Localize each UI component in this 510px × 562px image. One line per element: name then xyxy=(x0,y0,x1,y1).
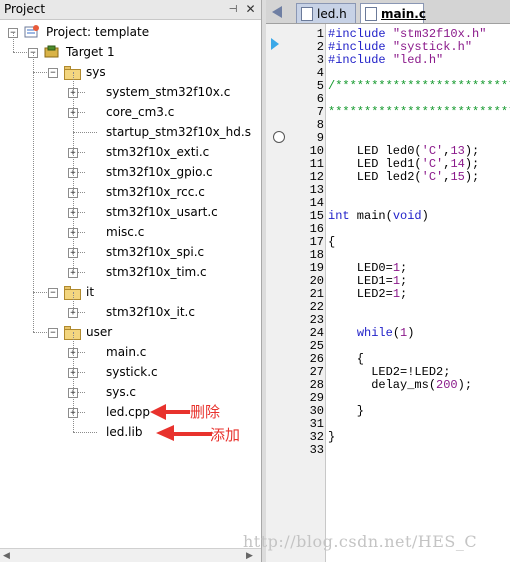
tree-group-sys-label: sys xyxy=(86,65,106,79)
file-icon xyxy=(301,7,313,21)
tree-connector xyxy=(33,52,34,332)
tree-file[interactable]: systick.c xyxy=(0,362,261,382)
annotation-add: 添加 xyxy=(210,426,241,444)
tree-file-label: stm32f10x_usart.c xyxy=(106,205,218,219)
tree-file[interactable]: stm32f10x_rcc.c xyxy=(0,182,261,202)
code-line: { xyxy=(328,235,336,249)
tree-group-it-label: it xyxy=(86,285,95,299)
tree-file[interactable]: misc.c xyxy=(0,222,261,242)
current-line-arrow-icon xyxy=(271,38,279,50)
tree-connector xyxy=(73,72,74,272)
tree-file[interactable]: stm32f10x_spi.c xyxy=(0,242,261,262)
tree-file[interactable]: main.c xyxy=(0,342,261,362)
code-line: while(1) xyxy=(356,326,415,340)
tree-file-label: system_stm32f10x.c xyxy=(106,85,231,99)
tree-file-label: systick.c xyxy=(106,365,158,379)
code-area[interactable]: #include "stm32f10x.h" #include "systick.… xyxy=(328,24,510,562)
delete-arrow-icon xyxy=(150,404,190,420)
tree-file-label: startup_stm32f10x_hd.s xyxy=(106,125,251,139)
code-line: LED led2('C',15); xyxy=(328,170,480,184)
tree-file-label: core_cm3.c xyxy=(106,105,175,119)
tree-item-project-label: Project: template xyxy=(46,25,150,39)
scroll-left-icon[interactable]: ◀ xyxy=(3,551,10,561)
code-line: } xyxy=(328,404,365,418)
file-icon xyxy=(365,7,377,21)
tab-main-c[interactable]: main.c xyxy=(360,3,426,23)
tree-item-target-label: Target 1 xyxy=(66,45,115,59)
tab-led-h[interactable]: led.h xyxy=(296,3,356,23)
tree-group-user[interactable]: user xyxy=(0,322,261,342)
tree-file-label: led.lib xyxy=(106,425,143,439)
tab-label: main.c xyxy=(381,7,426,21)
code-line: #include "led.h" xyxy=(328,53,444,67)
code-line: /************************************* xyxy=(328,79,510,93)
tree-file-label: stm32f10x_exti.c xyxy=(106,145,210,159)
line-number: 33 xyxy=(309,443,324,457)
watermark: http://blog.csdn.net/HES_C xyxy=(243,532,478,551)
tree-group-sys[interactable]: sys xyxy=(0,62,261,82)
tree-file[interactable]: system_stm32f10x.c xyxy=(0,82,261,102)
code-editor: led.h main.c 1 2 3 4 5 6 7 8 9 10 11 12 13 14 15 16 17 18… xyxy=(243,0,510,562)
tree-file-label: stm32f10x_gpio.c xyxy=(106,165,213,179)
tree-connector xyxy=(73,292,74,312)
tree-file-label: stm32f10x_rcc.c xyxy=(106,185,205,199)
annotation-delete: 删除 xyxy=(190,403,221,421)
tree-connector xyxy=(73,332,74,432)
tree-group-user-label: user xyxy=(86,325,113,339)
breakpoint-circle-icon[interactable] xyxy=(273,131,285,143)
tree-file[interactable]: stm32f10x_exti.c xyxy=(0,142,261,162)
tree-file[interactable]: led.cpp xyxy=(0,402,261,422)
code-line: int main(void) xyxy=(328,209,429,223)
code-line: } xyxy=(328,430,336,444)
panel-title: Project xyxy=(4,2,46,16)
tree-file[interactable]: stm32f10x_it.c xyxy=(0,302,261,322)
tree-file-label: sys.c xyxy=(106,385,137,399)
tree-file[interactable]: stm32f10x_tim.c xyxy=(0,262,261,282)
tree-file[interactable]: stm32f10x_usart.c xyxy=(0,202,261,222)
scroll-right-icon[interactable]: ▶ xyxy=(246,551,253,561)
tree-file-label: stm32f10x_tim.c xyxy=(106,265,207,279)
tree-item-project[interactable]: Project: template xyxy=(0,22,261,42)
code-line: LED2=1; xyxy=(328,287,408,301)
tree-file[interactable]: stm32f10x_gpio.c xyxy=(0,162,261,182)
tree-file[interactable]: startup_stm32f10x_hd.s xyxy=(0,122,261,142)
tab-label: led.h xyxy=(317,7,347,21)
tree-file-label: stm32f10x_it.c xyxy=(106,305,195,319)
add-arrow-icon xyxy=(156,425,212,441)
tree-file-label: misc.c xyxy=(106,225,145,239)
project-panel: Project ⊣ ✕ − Project: template − Target 1−… xyxy=(0,0,262,562)
code-line: ************************************** xyxy=(328,105,510,119)
project-tree: − Project: template − Target 1− sys + system_s… xyxy=(0,20,261,548)
tree-file[interactable]: sys.c xyxy=(0,382,261,402)
code-line: delay_ms(200); xyxy=(328,378,473,392)
tree-file-label: main.c xyxy=(106,345,147,359)
tree-file[interactable]: core_cm3.c xyxy=(0,102,261,122)
tree-item-target[interactable]: Target 1 xyxy=(0,42,261,62)
close-icon[interactable]: ✕ xyxy=(244,3,257,16)
pin-icon[interactable]: ⊣ xyxy=(227,3,239,16)
panel-header: Project ⊣ ✕ xyxy=(0,0,261,20)
horizontal-scrollbar[interactable]: ◀ ▶ xyxy=(0,548,261,562)
editor-tab-bar: led.h main.c xyxy=(266,0,510,24)
tab-list-arrow-icon[interactable] xyxy=(272,6,282,18)
tree-group-it[interactable]: it xyxy=(0,282,261,302)
tree-file-label: led.cpp xyxy=(106,405,150,419)
tree-file-label: stm32f10x_spi.c xyxy=(106,245,205,259)
